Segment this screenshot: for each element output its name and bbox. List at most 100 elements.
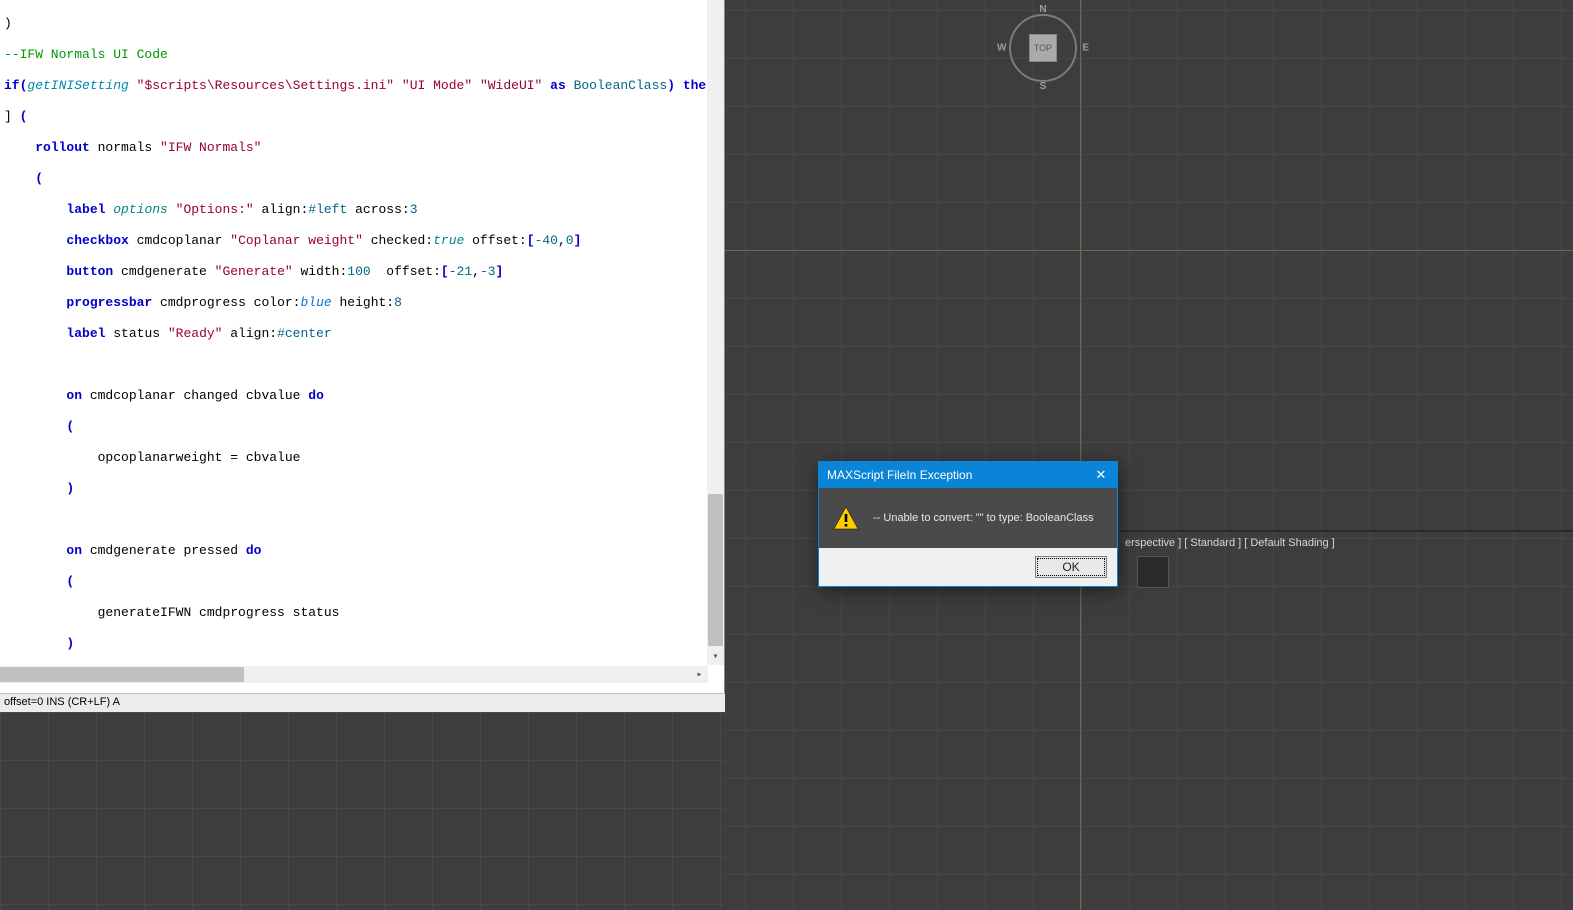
bracket: [ [527, 233, 535, 248]
prop: across: [347, 202, 409, 217]
close-button[interactable]: ✕ [1085, 462, 1117, 488]
close-icon: ✕ [1096, 467, 1107, 483]
num: -21 [449, 264, 472, 279]
horizontal-scrollbar[interactable]: ▸ [0, 666, 708, 683]
status-text: offset=0 INS (CR+LF) A [4, 696, 120, 708]
scroll-down-icon[interactable]: ▾ [707, 648, 724, 665]
code-text: ] [4, 109, 12, 124]
kw-on: on [66, 543, 82, 558]
prop: width: [293, 264, 348, 279]
brace: ) [66, 636, 74, 651]
error-dialog: MAXScript FileIn Exception ✕ -- Unable t… [818, 461, 1118, 587]
color: blue [300, 295, 331, 310]
axis-x [725, 250, 1573, 251]
brace: ) [66, 481, 74, 496]
ok-button[interactable]: OK [1035, 556, 1107, 578]
warning-icon [833, 506, 859, 530]
axis-y [1080, 0, 1081, 910]
str: "$scripts\Resources\Settings.ini" [137, 78, 394, 93]
viewport-swatch[interactable] [1137, 556, 1169, 588]
paren: ) [667, 78, 675, 93]
num: -3 [480, 264, 496, 279]
kw-on: on [66, 388, 82, 403]
str: "WideUI" [480, 78, 542, 93]
dialog-footer: OK [819, 548, 1117, 586]
id: cmdprogress [152, 295, 253, 310]
str: "Coplanar weight" [230, 233, 363, 248]
brace: ( [66, 419, 74, 434]
kw-as: as [542, 78, 573, 93]
viewport-grid-lower [0, 712, 725, 910]
stmt: opcoplanarweight = cbvalue [98, 450, 301, 465]
stmt: generateIFWN cmdprogress status [98, 605, 340, 620]
viewcube-n[interactable]: N [1039, 4, 1046, 15]
kw-label: label [66, 202, 105, 217]
num: -40 [535, 233, 558, 248]
viewport-label[interactable]: erspective ] [ Standard ] [ Default Shad… [1125, 537, 1335, 549]
str: "Generate" [215, 264, 293, 279]
viewcube-s[interactable]: S [1040, 81, 1047, 92]
fn-getini: getINISetting [27, 78, 128, 93]
prop: offset: [464, 233, 526, 248]
id: cmdgenerate [113, 264, 214, 279]
cls-boolean: BooleanClass [574, 78, 668, 93]
bracket: ] [496, 264, 504, 279]
num: 100 [347, 264, 370, 279]
scrollbar-thumb[interactable] [0, 667, 244, 682]
brace: ( [35, 171, 43, 186]
viewport[interactable]: N S W E TOP erspective ] [ Standard ] [ … [725, 0, 1573, 910]
str: "UI Mode" [402, 78, 472, 93]
viewcube-e[interactable]: E [1082, 43, 1089, 54]
bracket: [ [441, 264, 449, 279]
prop: color: [254, 295, 301, 310]
brace: ( [20, 109, 28, 124]
dialog-message: -- Unable to convert: "" to type: Boolea… [873, 512, 1094, 524]
kw-checkbox: checkbox [66, 233, 128, 248]
num: 3 [410, 202, 418, 217]
bracket: ] [574, 233, 582, 248]
id: cmdgenerate pressed [82, 543, 246, 558]
str: "Ready" [168, 326, 223, 341]
code-area[interactable]: ) --IFW Normals UI Code if(getINISetting… [0, 0, 724, 665]
script-editor: ) --IFW Normals UI Code if(getINISetting… [0, 0, 725, 712]
enum: #left [308, 202, 347, 217]
dialog-title-text: MAXScript FileIn Exception [827, 468, 972, 482]
str: "Options:" [176, 202, 254, 217]
kw-do: do [308, 388, 324, 403]
dialog-titlebar[interactable]: MAXScript FileIn Exception ✕ [819, 462, 1117, 488]
num: 0 [566, 233, 574, 248]
id: cmdcoplanar changed cbvalue [82, 388, 308, 403]
comment-line: --IFW Normals UI Code [4, 47, 168, 62]
scrollbar-thumb[interactable] [708, 494, 723, 646]
editor-status-bar: offset=0 INS (CR+LF) A [0, 693, 725, 712]
kw-if: if( [4, 78, 27, 93]
kw-progressbar: progressbar [66, 295, 152, 310]
str: "IFW Normals" [160, 140, 261, 155]
bool: true [433, 233, 464, 248]
viewcube[interactable]: N S W E TOP [1003, 8, 1083, 88]
scroll-right-icon[interactable]: ▸ [691, 666, 708, 683]
opt: options [105, 202, 175, 217]
id: normals [90, 140, 160, 155]
prop: align: [254, 202, 309, 217]
viewcube-w[interactable]: W [997, 43, 1006, 54]
kw-do: do [246, 543, 262, 558]
dialog-body: -- Unable to convert: "" to type: Boolea… [819, 488, 1117, 548]
code-text: ) [4, 16, 12, 31]
enum: #center [277, 326, 332, 341]
kw-label: label [66, 326, 105, 341]
viewport-divider [1121, 530, 1573, 532]
viewport-grid [725, 0, 1573, 910]
vertical-scrollbar[interactable]: ▾ [707, 0, 724, 665]
prop: offset: [371, 264, 441, 279]
kw-button: button [66, 264, 113, 279]
kw-rollout: rollout [35, 140, 90, 155]
brace: ( [66, 574, 74, 589]
num: 8 [394, 295, 402, 310]
prop: checked: [363, 233, 433, 248]
prop: align: [222, 326, 277, 341]
prop: height: [332, 295, 394, 310]
id: cmdcoplanar [129, 233, 230, 248]
id: status [105, 326, 167, 341]
viewcube-top-face[interactable]: TOP [1029, 34, 1057, 62]
